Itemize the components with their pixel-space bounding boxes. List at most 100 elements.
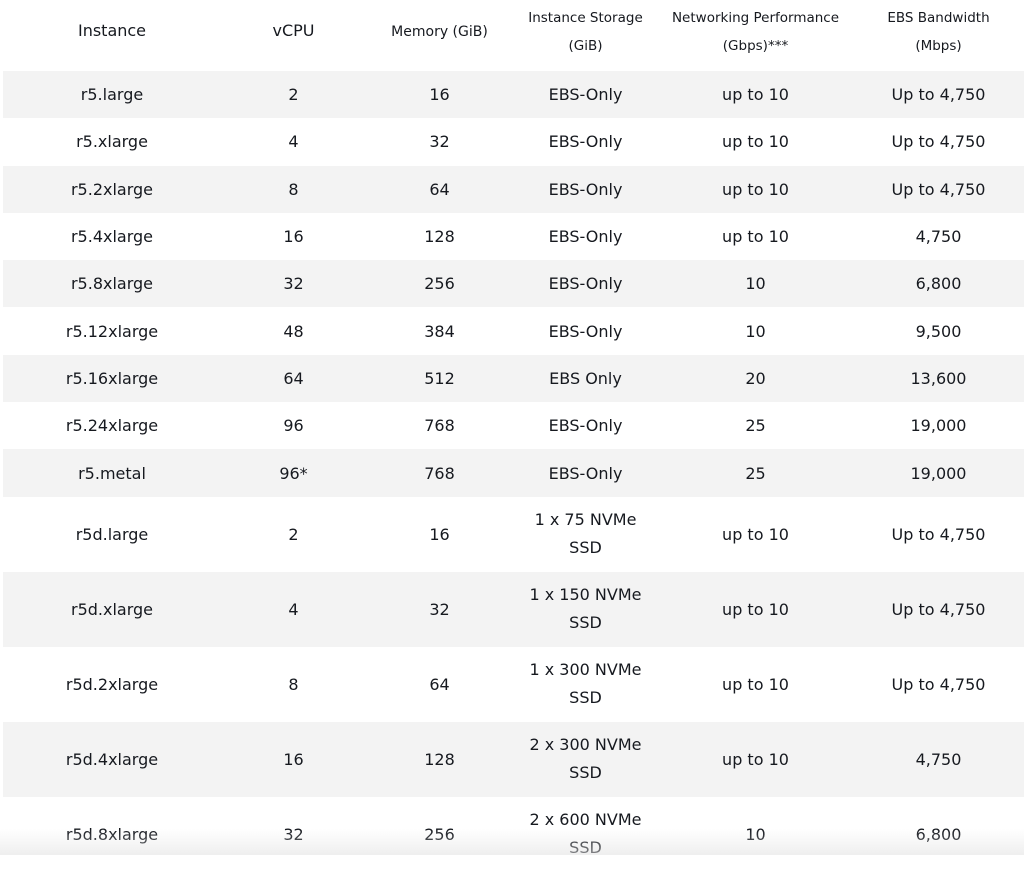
cell-instance: r5.xlarge bbox=[76, 132, 148, 152]
cell-instance: r5.24xlarge bbox=[65, 416, 159, 436]
storage-type: SSD bbox=[569, 613, 602, 633]
cell-vcpu: 2 bbox=[288, 524, 299, 544]
cell-ebs-bandwidth: 19,000 bbox=[910, 416, 967, 436]
table-header-row: Instance vCPU Memory (GiB) Instance Stor… bbox=[3, 0, 1024, 71]
cell-vcpu: 48 bbox=[283, 321, 304, 341]
header-networking-performance: Networking Performance (Gbps)*** bbox=[671, 10, 840, 54]
cell-instance-storage: EBS-Only bbox=[513, 227, 658, 246]
table-row: r5.16xlarge 64 512 EBS Only 20 13,600 bbox=[3, 354, 1024, 403]
storage-value: 1 x 150 NVMe bbox=[529, 585, 642, 605]
cell-vcpu: 8 bbox=[288, 674, 299, 694]
table-row: r5.24xlarge 96 768 EBS-Only 25 19,000 bbox=[3, 402, 1024, 449]
header-ebs-bandwidth: EBS Bandwidth (Mbps) bbox=[887, 10, 990, 54]
cell-ebs-bandwidth: 6,800 bbox=[915, 824, 962, 844]
cell-instance: r5.large bbox=[80, 85, 144, 105]
cell-networking-performance: 10 bbox=[745, 824, 766, 844]
cell-vcpu: 32 bbox=[283, 824, 304, 844]
cell-vcpu: 64 bbox=[283, 368, 304, 388]
table-row: r5.large 2 16 EBS-Only up to 10 Up to 4,750 bbox=[3, 71, 1024, 119]
cell-vcpu: 16 bbox=[283, 749, 304, 769]
storage-type: SSD bbox=[569, 538, 602, 558]
cell-instance-storage: EBS-Only bbox=[513, 416, 658, 435]
cell-networking-performance: 10 bbox=[745, 321, 766, 341]
storage-value: EBS Only bbox=[549, 368, 622, 388]
cell-memory: 384 bbox=[424, 321, 455, 341]
cell-instance-storage: EBS-Only bbox=[513, 132, 658, 151]
cell-networking-performance: up to 10 bbox=[722, 179, 789, 199]
cell-ebs-bandwidth: 13,600 bbox=[910, 368, 967, 388]
table-row: r5d.4xlarge 16 128 2 x 300 NVMe SSD up to 10 4… bbox=[3, 721, 1024, 797]
cell-instance: r5.16xlarge bbox=[65, 368, 159, 388]
storage-value: EBS-Only bbox=[548, 179, 623, 199]
cell-networking-performance: up to 10 bbox=[722, 227, 789, 247]
cell-networking-performance: up to 10 bbox=[722, 749, 789, 769]
cell-instance: r5.12xlarge bbox=[65, 321, 159, 341]
cell-networking-performance: up to 10 bbox=[722, 524, 789, 544]
header-instance-storage: Instance Storage (GiB) bbox=[528, 10, 643, 54]
cell-networking-performance: 10 bbox=[745, 274, 766, 294]
instance-specs-table: Instance vCPU Memory (GiB) Instance Stor… bbox=[3, 0, 1024, 872]
cell-ebs-bandwidth: 4,750 bbox=[915, 227, 962, 247]
table-row: r5d.8xlarge 32 256 2 x 600 NVMe SSD 10 6,800 bbox=[3, 797, 1024, 872]
cell-ebs-bandwidth: Up to 4,750 bbox=[891, 524, 986, 544]
storage-value: 1 x 300 NVMe bbox=[529, 660, 642, 680]
storage-value: EBS-Only bbox=[548, 227, 623, 247]
cell-instance-storage: 1 x 75 NVMe SSD bbox=[513, 506, 658, 562]
cell-memory: 16 bbox=[429, 85, 450, 105]
table-row: r5.2xlarge 8 64 EBS-Only up to 10 Up to 4,750 bbox=[3, 165, 1024, 213]
cell-memory: 768 bbox=[424, 416, 455, 436]
cell-memory: 32 bbox=[429, 132, 450, 152]
cell-ebs-bandwidth: 4,750 bbox=[915, 749, 962, 769]
cell-vcpu: 32 bbox=[283, 274, 304, 294]
cell-instance: r5.8xlarge bbox=[70, 274, 154, 294]
table-row: r5.xlarge 4 32 EBS-Only up to 10 Up to 4,750 bbox=[3, 118, 1024, 165]
table-row: r5.8xlarge 32 256 EBS-Only 10 6,800 bbox=[3, 260, 1024, 308]
cell-memory: 128 bbox=[424, 227, 455, 247]
cell-instance-storage: 1 x 150 NVMe SSD bbox=[513, 581, 658, 637]
cell-vcpu: 96* bbox=[279, 463, 308, 483]
storage-value: EBS-Only bbox=[548, 416, 623, 436]
cell-networking-performance: up to 10 bbox=[722, 599, 789, 619]
cell-memory: 256 bbox=[424, 824, 455, 844]
cell-instance: r5d.8xlarge bbox=[65, 824, 159, 844]
table-body: r5.large 2 16 EBS-Only up to 10 Up to 4,750 r5… bbox=[3, 71, 1024, 872]
cell-vcpu: 4 bbox=[288, 132, 299, 152]
table-row: r5d.xlarge 4 32 1 x 150 NVMe SSD up to 10 Up t… bbox=[3, 571, 1024, 647]
cell-ebs-bandwidth: 19,000 bbox=[910, 463, 967, 483]
cell-instance: r5d.large bbox=[75, 524, 149, 544]
cell-memory: 16 bbox=[429, 524, 450, 544]
storage-value: 1 x 75 NVMe bbox=[534, 510, 637, 530]
cell-ebs-bandwidth: Up to 4,750 bbox=[891, 599, 986, 619]
cell-networking-performance: up to 10 bbox=[722, 85, 789, 105]
storage-value: EBS-Only bbox=[548, 132, 623, 152]
cell-instance: r5.metal bbox=[78, 463, 146, 483]
cell-networking-performance: 25 bbox=[745, 416, 766, 436]
cell-instance: r5d.xlarge bbox=[70, 599, 153, 619]
cell-memory: 512 bbox=[424, 368, 455, 388]
cell-memory: 64 bbox=[429, 674, 450, 694]
cell-instance: r5.4xlarge bbox=[70, 227, 154, 247]
cell-instance: r5d.4xlarge bbox=[65, 749, 159, 769]
header-memory: Memory (GiB) bbox=[391, 24, 488, 40]
table-row: r5d.2xlarge 8 64 1 x 300 NVMe SSD up to 10 Up … bbox=[3, 647, 1024, 722]
cell-instance-storage: EBS-Only bbox=[513, 464, 658, 483]
cell-instance-storage: EBS Only bbox=[513, 369, 658, 388]
storage-value: 2 x 600 NVMe bbox=[529, 810, 642, 830]
header-instance: Instance bbox=[77, 21, 147, 40]
cell-ebs-bandwidth: Up to 4,750 bbox=[891, 179, 986, 199]
cell-ebs-bandwidth: 6,800 bbox=[915, 274, 962, 294]
cell-instance: r5.2xlarge bbox=[70, 179, 154, 199]
cell-instance-storage: 2 x 300 NVMe SSD bbox=[513, 731, 658, 787]
cell-ebs-bandwidth: Up to 4,750 bbox=[891, 132, 986, 152]
cell-vcpu: 16 bbox=[283, 227, 304, 247]
table-row: r5.4xlarge 16 128 EBS-Only up to 10 4,750 bbox=[3, 213, 1024, 260]
cell-instance-storage: 1 x 300 NVMe SSD bbox=[513, 656, 658, 712]
cell-networking-performance: up to 10 bbox=[722, 674, 789, 694]
cell-vcpu: 96 bbox=[283, 416, 304, 436]
storage-type: SSD bbox=[569, 688, 602, 708]
cell-instance-storage: EBS-Only bbox=[513, 322, 658, 341]
storage-value: EBS-Only bbox=[548, 274, 623, 294]
storage-type: SSD bbox=[569, 763, 602, 783]
cell-instance-storage: 2 x 600 NVMe SSD bbox=[513, 806, 658, 862]
cell-vcpu: 8 bbox=[288, 179, 299, 199]
